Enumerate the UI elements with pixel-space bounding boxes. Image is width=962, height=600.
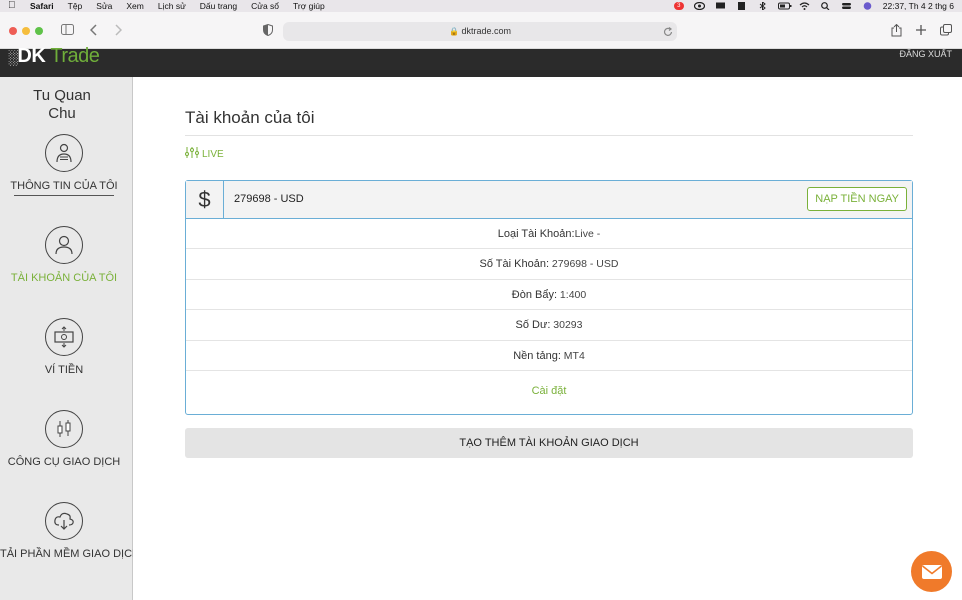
control-center-icon[interactable] [841,2,852,10]
row-label: Nền tảng: [513,349,561,362]
new-tab-icon[interactable] [915,24,927,39]
bluetooth-icon[interactable] [757,0,768,12]
site-header: ░DK Trade ĐĂNG XUẤT [0,45,962,77]
sidebar-item-download-software[interactable]: TẢI PHẦN MỀM GIAO DỊCH [0,502,140,560]
forward-icon[interactable] [114,24,123,39]
sliders-icon [185,147,199,161]
envelope-icon [921,564,942,579]
menu-help[interactable]: Trợ giúp [293,0,325,12]
logo-suffix: Trade [50,45,100,67]
menu-edit[interactable]: Sửa [96,0,112,12]
detail-row-account-type: Loại Tài Khoản:Live - [186,219,912,250]
dollar-icon: $ [186,181,224,218]
logo-prefix: DK [17,45,46,67]
row-value: 30293 [550,319,583,332]
create-trading-account-button[interactable]: TẠO THÊM TÀI KHOẢN GIAO DỊCH [185,428,913,458]
active-underline [14,195,114,196]
detail-row-account-number: Số Tài Khoản: 279698 - USD [186,249,912,280]
battery-icon[interactable] [777,2,792,10]
notification-badge[interactable]: 3 [673,2,684,10]
screen-mirror-icon[interactable] [715,2,726,10]
account-title: 279698 - USD [234,193,304,205]
menu-bookmarks[interactable]: Dấu trang [200,0,237,12]
back-icon[interactable] [89,24,98,39]
siri-icon[interactable] [862,2,873,10]
detail-row-platform: Nền tảng: MT4 [186,341,912,371]
wallet-icon [45,318,83,356]
browser-toolbar: 🔒 dktrade.com [0,12,962,49]
row-label: Đòn Bẩy: [511,288,558,301]
logo-bars-icon: ░ [8,49,18,65]
deposit-now-button[interactable]: NẠP TIỀN NGAY [807,187,907,211]
menu-view[interactable]: Xem [126,0,143,12]
logout-link[interactable]: ĐĂNG XUẤT [899,49,952,59]
close-window-button[interactable] [9,27,17,35]
row-value: MT4 [560,349,585,362]
maximize-window-button[interactable] [35,27,43,35]
sidebar-item-wallet[interactable]: VÍ TIỀN [0,318,128,376]
sidebar-toggle-icon[interactable] [61,24,74,38]
macos-menu-bar:  Safari Tệp Sửa Xem Lịch sử Dấu trang C… [0,0,962,12]
main-content: Tài khoản của tôi LIVE $ 279698 - USD NẠ… [133,77,962,600]
sidebar-item-label: TÀI KHOẢN CỦA TÔI [10,272,118,284]
sidebar-item-label: CÔNG CỤ GIAO DỊCH [7,456,121,468]
user-icon [45,226,83,264]
detail-row-balance: Số Dư: 30293 [186,310,912,341]
menu-file[interactable]: Tệp [68,0,83,12]
site-logo[interactable]: ░DK Trade [8,45,100,68]
minimize-window-button[interactable] [22,27,30,35]
page-title: Tài khoản của tôi [185,108,315,127]
account-card-header: $ 279698 - USD NẠP TIỀN NGAY [186,181,912,219]
creative-cloud-icon[interactable] [693,1,705,11]
reload-icon[interactable] [663,26,673,40]
apple-icon[interactable]:  [8,0,18,12]
sidebar-item-label: VÍ TIỀN [44,364,84,376]
tab-overview-icon[interactable] [940,24,952,39]
live-label: LIVE [202,148,224,160]
sidebar-item-label: THÔNG TIN CỦA TÔI [10,180,118,192]
sidebar-item-accounts[interactable]: TÀI KHOẢN CỦA TÔI [0,226,128,284]
url-text: dktrade.com [461,26,511,36]
sidebar-item-trading-tools[interactable]: CÔNG CỤ GIAO DỊCH [0,410,128,468]
app-icon[interactable] [736,2,747,10]
live-tag: LIVE [185,147,224,161]
account-card: $ 279698 - USD NẠP TIỀN NGAY Loại Tài Kh… [185,180,913,415]
menu-history[interactable]: Lịch sử [158,0,186,12]
row-value: 279698 - USD [549,258,619,271]
menu-app-name[interactable]: Safari [30,0,54,12]
user-name: Tu Quan Chu [33,87,91,122]
share-icon[interactable] [891,23,902,40]
sidebar: Tu Quan Chu THÔNG TIN CỦA TÔI TÀI KHOẢN … [0,77,140,600]
sidebar-item-profile[interactable]: THÔNG TIN CỦA TÔI [0,134,128,196]
detail-row-leverage: Đòn Bẩy: 1:400 [186,280,912,311]
search-icon[interactable] [820,2,831,11]
settings-link[interactable]: Cài đặt [186,371,912,411]
privacy-shield-icon[interactable] [263,23,273,39]
wifi-icon[interactable] [799,2,810,10]
mail-chat-button[interactable] [911,551,952,592]
menu-window[interactable]: Cửa sổ [251,0,279,12]
row-label: Loại Tài Khoản: [497,228,575,240]
profile-icon [45,134,83,172]
lock-icon: 🔒 [448,27,459,36]
sidebar-item-label: TẢI PHẦN MỀM GIAO DỊCH [0,548,140,560]
row-value: 1:400 [557,288,587,301]
candlestick-icon [45,410,83,448]
row-value: Live - [574,228,601,240]
cloud-download-icon [45,502,83,540]
row-label: Số Dư: [515,319,551,332]
row-label: Số Tài Khoản: [479,258,550,271]
address-bar[interactable]: 🔒 dktrade.com [283,22,677,41]
menubar-clock[interactable]: 22:37, Th 4 2 thg 6 [883,1,954,11]
title-divider [185,135,913,136]
